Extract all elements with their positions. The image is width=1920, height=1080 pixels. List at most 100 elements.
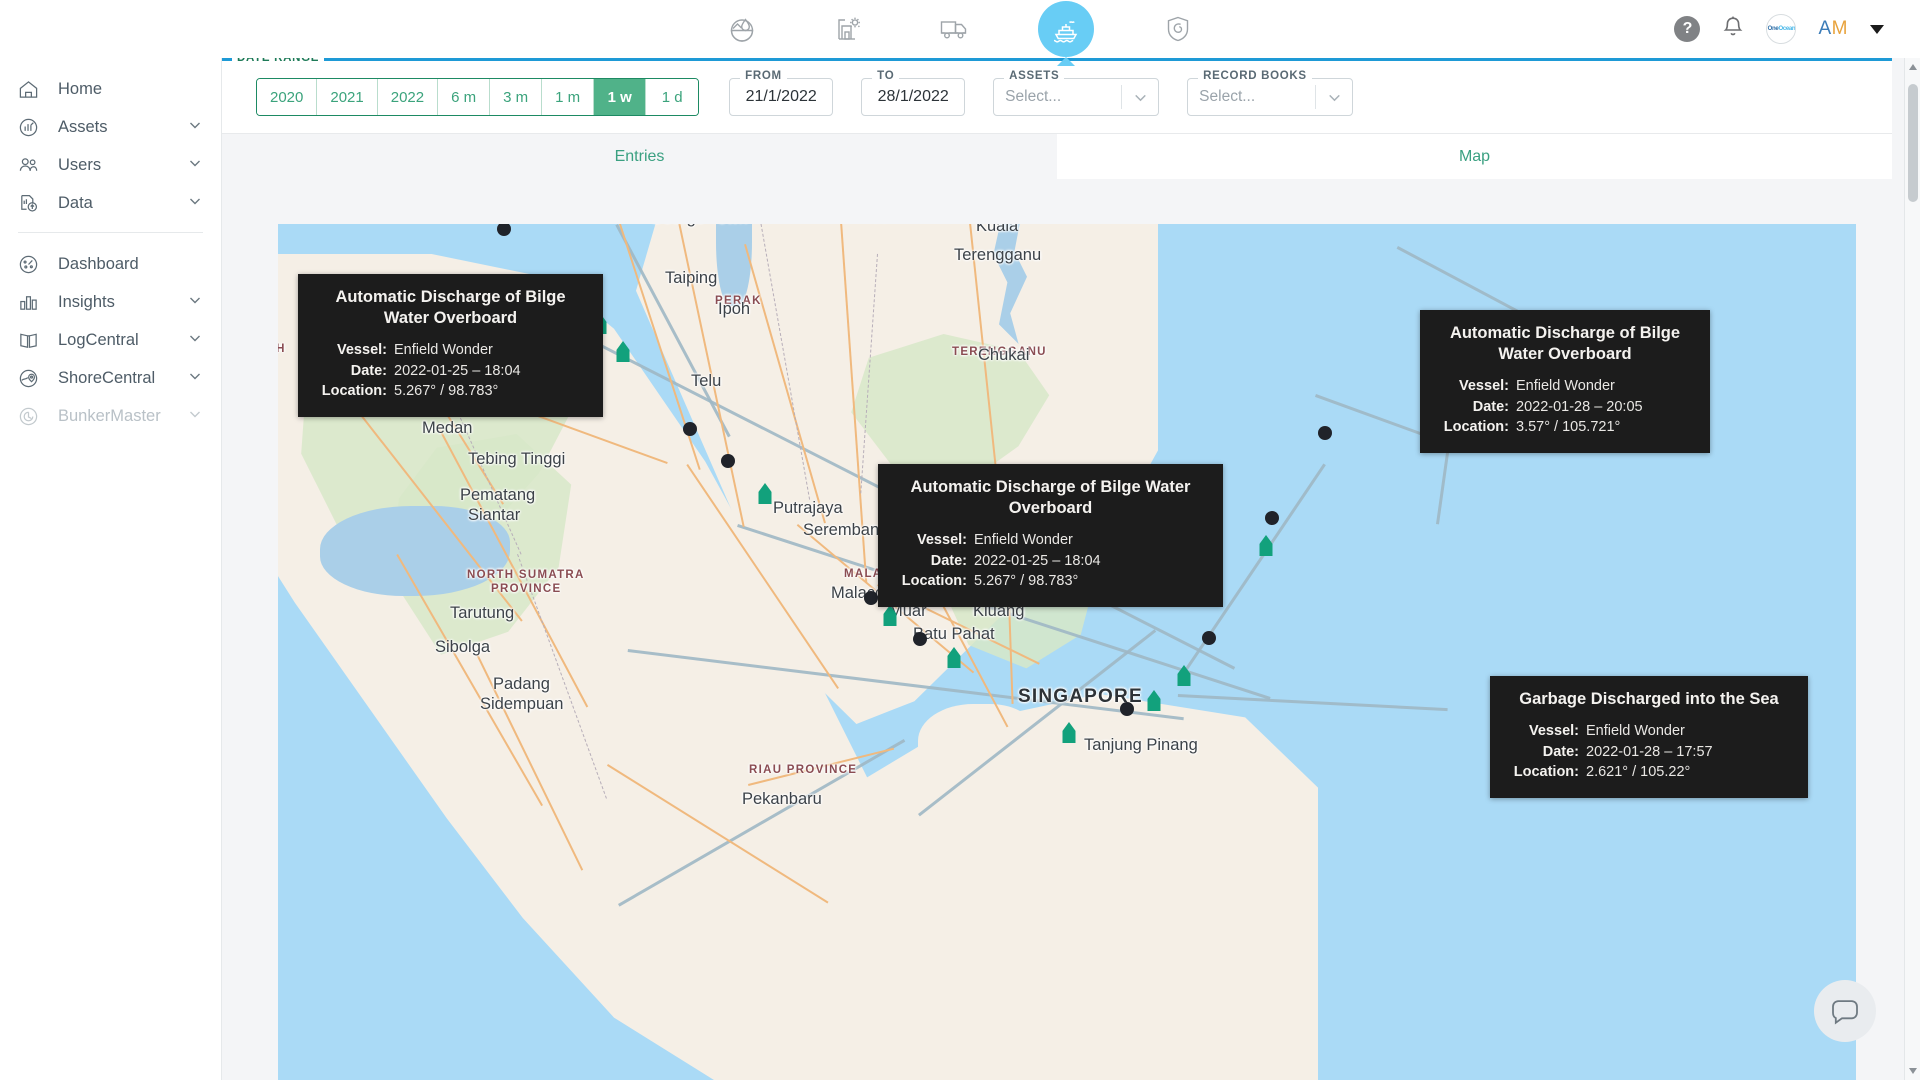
tooltip-title: Automatic Discharge of Bilge Water Overb…	[335, 288, 566, 328]
tooltip-location-value: 2.621° / 105.22°	[1586, 764, 1691, 781]
map-event-dot[interactable]	[497, 224, 511, 236]
sidebar-item-users[interactable]: Users	[0, 146, 221, 184]
map-view[interactable]: Sungai PetaniGeorge TownKELANTANKualaTer…	[278, 224, 1856, 1080]
ship-icon[interactable]	[1038, 1, 1094, 57]
map-label: NORTH SUMATRA	[467, 569, 585, 581]
tab-entries[interactable]: Entries	[222, 134, 1057, 179]
tooltip-date-value: 2022-01-25 – 18:04	[394, 362, 521, 379]
map-label: PROVINCE	[491, 583, 562, 595]
chat-button[interactable]	[1814, 980, 1876, 1042]
page-scrollbar[interactable]	[1904, 58, 1920, 1080]
sidebar-item-insights[interactable]: Insights	[0, 283, 221, 321]
tooltip-date-value: 2022-01-28 – 17:57	[1586, 743, 1713, 760]
from-field[interactable]: FROM 21/1/2022	[729, 70, 834, 116]
sidebar-item-shorecentral[interactable]: ShoreCentral	[0, 359, 221, 397]
user-initial-m: M	[1831, 18, 1848, 39]
range-option-1m[interactable]: 1 m	[542, 79, 595, 115]
facility-solar-icon[interactable]	[826, 7, 870, 51]
chevron-down-icon[interactable]	[187, 368, 203, 389]
tooltip-location-value: 3.57° / 105.721°	[1516, 419, 1621, 436]
range-option-1d[interactable]: 1 d	[646, 79, 699, 115]
filter-panel: DATE RANGE 2020 2021 2022 6 m 3 m 1 m 1 …	[222, 52, 1892, 179]
assets-select[interactable]: Select...	[994, 79, 1158, 115]
scroll-down-arrow-icon[interactable]	[1909, 1068, 1917, 1074]
sidebar-item-data[interactable]: Data	[0, 184, 221, 222]
chevron-down-icon[interactable]	[187, 155, 203, 176]
range-option-2020[interactable]: 2020	[257, 79, 318, 115]
chevron-down-icon[interactable]	[1870, 24, 1884, 34]
tooltip-title: Automatic Discharge of Bilge Water Overb…	[910, 478, 1191, 518]
map-event-dot[interactable]	[721, 454, 735, 468]
home-icon	[18, 79, 44, 100]
top-header: ? OneOcean AM	[0, 0, 1920, 58]
user-initials[interactable]: AM	[1818, 18, 1848, 40]
map-canvas[interactable]: Sungai PetaniGeorge TownKELANTANKualaTer…	[278, 224, 1856, 1080]
record-books-select[interactable]: Select...	[1188, 79, 1352, 115]
notifications-bell-icon[interactable]	[1722, 15, 1744, 44]
map-event-dot[interactable]	[1265, 511, 1279, 525]
to-input[interactable]: 28/1/2022	[862, 79, 964, 115]
range-option-2022[interactable]: 2022	[377, 79, 439, 115]
range-option-6m[interactable]: 6 m	[438, 79, 491, 115]
map-event-dot[interactable]	[683, 422, 697, 436]
map-event-tooltip: Automatic Discharge of Bilge Water Overb…	[878, 464, 1223, 607]
chevron-down-icon[interactable]	[187, 330, 203, 351]
map-vessel-pin[interactable]	[1147, 690, 1161, 711]
to-field[interactable]: TO 28/1/2022	[861, 70, 966, 116]
tooltip-vessel-row: Vessel: Enfield Wonder	[315, 340, 586, 361]
chevron-down-icon[interactable]	[187, 406, 203, 427]
scrollbar-thumb[interactable]	[1908, 84, 1918, 202]
sidebar-item-bunkermaster[interactable]: BunkerMaster	[0, 397, 221, 435]
map-event-dot[interactable]	[864, 591, 878, 605]
from-input[interactable]: 21/1/2022	[730, 79, 832, 115]
chevron-down-icon[interactable]	[187, 117, 203, 138]
users-icon	[18, 155, 44, 176]
brand-mark-part2: Ocean	[1778, 26, 1796, 32]
tooltip-vessel-label: Vessel:	[1529, 723, 1579, 740]
record-books-label: RECORD BOOKS	[1198, 70, 1312, 82]
chevron-down-icon[interactable]	[187, 193, 203, 214]
help-icon[interactable]: ?	[1674, 16, 1701, 42]
to-label: TO	[872, 70, 900, 82]
map-event-dot[interactable]	[1120, 702, 1134, 716]
range-option-2021[interactable]: 2021	[317, 79, 378, 115]
tooltip-location-label: Location:	[901, 573, 967, 590]
tooltip-vessel-label: Vessel:	[337, 342, 387, 359]
range-option-3m[interactable]: 3 m	[490, 79, 543, 115]
chevron-down-icon[interactable]	[1122, 79, 1158, 115]
data-upload-icon	[18, 193, 44, 214]
avatar[interactable]: OneOcean	[1766, 14, 1797, 44]
scroll-up-arrow-icon[interactable]	[1909, 64, 1917, 70]
tooltip-location-value: 5.267° / 98.783°	[974, 573, 1079, 590]
map-event-dot[interactable]	[1202, 631, 1216, 645]
sidebar-item-dashboard[interactable]: Dashboard	[0, 245, 221, 283]
tooltip-date-row: Date: 2022-01-28 – 20:05	[1437, 397, 1693, 418]
map-event-dot[interactable]	[1318, 426, 1332, 440]
tooltip-date-label: Date:	[930, 552, 967, 569]
sidebar-item-logcentral[interactable]: LogCentral	[0, 321, 221, 359]
record-books-field[interactable]: RECORD BOOKS Select...	[1187, 70, 1354, 116]
bunker-icon	[18, 406, 44, 427]
map-label: RIAU PROVINCE	[749, 764, 858, 776]
shield-fire-icon[interactable]	[1156, 7, 1200, 51]
sidebar-item-home[interactable]: Home	[0, 70, 221, 108]
map-vessel-pin[interactable]	[1259, 535, 1273, 556]
tab-map[interactable]: Map	[1057, 134, 1892, 179]
sidebar-item-assets[interactable]: Assets	[0, 108, 221, 146]
book-icon	[18, 330, 44, 351]
range-option-1w[interactable]: 1 w	[594, 79, 647, 115]
water-globe-icon[interactable]	[720, 7, 764, 51]
from-label: FROM	[740, 70, 787, 82]
sidebar-item-label: Dashboard	[58, 254, 139, 273]
tooltip-vessel-label: Vessel:	[917, 532, 967, 549]
map-label: Pematang	[460, 486, 536, 504]
map-label: Tarutung	[450, 604, 515, 622]
dashboard-gauge-icon	[18, 254, 44, 275]
assets-field[interactable]: ASSETS Select...	[993, 70, 1160, 116]
chevron-down-icon[interactable]	[1316, 79, 1352, 115]
chevron-down-icon[interactable]	[187, 292, 203, 313]
map-label: Sibolga	[435, 638, 491, 656]
map-event-dot[interactable]	[913, 632, 927, 646]
tooltip-location-value: 5.267° / 98.783°	[394, 383, 499, 400]
truck-icon[interactable]	[932, 7, 976, 51]
